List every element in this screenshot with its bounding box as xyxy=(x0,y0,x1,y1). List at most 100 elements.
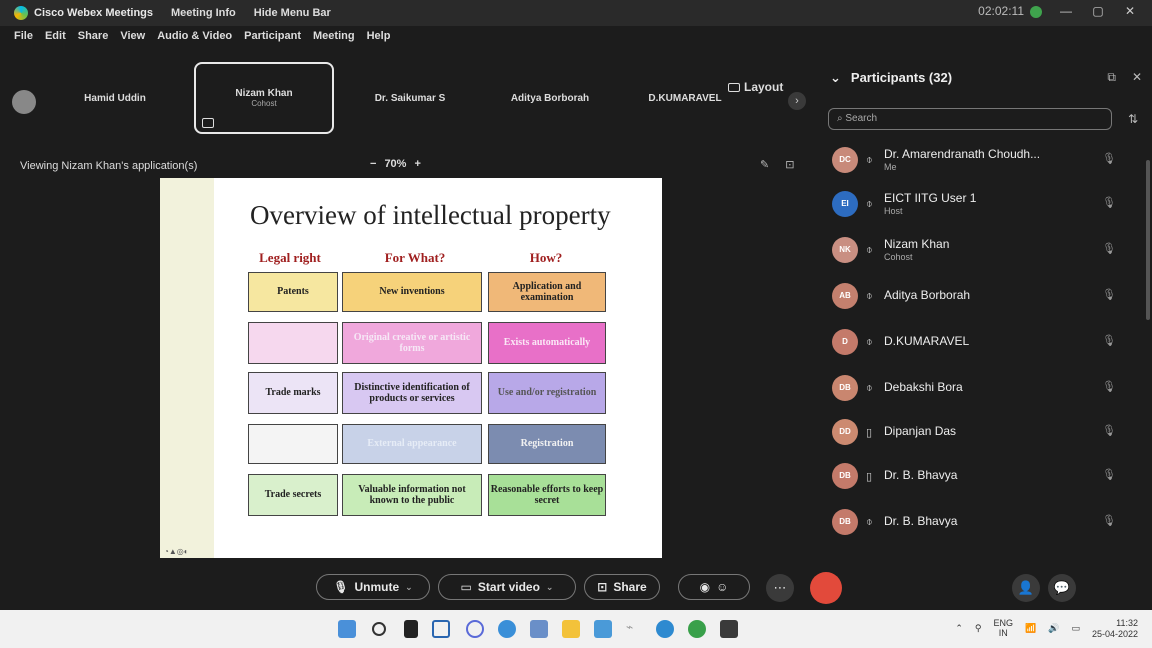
chevron-down-icon[interactable]: ⌄ xyxy=(405,582,413,593)
store-icon[interactable] xyxy=(594,620,612,638)
table-cell: Registration xyxy=(488,424,606,464)
video-tile-active[interactable]: Nizam Khan Cohost xyxy=(194,62,334,134)
battery-icon[interactable]: ▭ xyxy=(1071,623,1080,634)
tile-name: Hamid Uddin xyxy=(84,92,146,104)
participant-row[interactable]: DB ▯ Dr. B. Bhavya 🎙 xyxy=(832,458,1132,494)
share-button[interactable]: ⊡ Share xyxy=(584,574,660,600)
layout-label: Layout xyxy=(744,80,784,94)
language-indicator[interactable]: ENG IN xyxy=(993,618,1013,639)
participants-panel-icon[interactable]: 👤 xyxy=(1012,574,1040,602)
zoom-value: 70% xyxy=(384,158,407,170)
table-cell: Use and/or registration xyxy=(488,372,606,414)
start-video-button[interactable]: ▭ Start video ⌄ xyxy=(438,574,576,600)
video-tile[interactable]: Hamid Uddin xyxy=(50,62,180,134)
participant-row[interactable]: NK ⌽ Nizam Khan Cohost 🎙 xyxy=(832,232,1132,268)
video-tile[interactable]: Dr. Saikumar S xyxy=(340,62,480,134)
more-options-icon[interactable]: ⋯ xyxy=(766,574,794,602)
zoom-out-button[interactable]: − xyxy=(370,158,376,170)
chat-icon[interactable]: 💬 xyxy=(1048,574,1076,602)
location-icon: ⚲ xyxy=(974,623,982,634)
viewing-label: Viewing Nizam Khan's application(s) xyxy=(20,160,198,172)
participant-name: Aditya Borborah xyxy=(884,288,971,303)
microphone-icon: ⌽ xyxy=(866,515,873,528)
menu-help[interactable]: Help xyxy=(367,30,391,42)
menu-edit[interactable]: Edit xyxy=(45,30,66,42)
mute-status-icon[interactable]: 🎙 xyxy=(1102,424,1116,437)
menu-participant[interactable]: Participant xyxy=(244,30,301,42)
video-tile[interactable]: Aditya Borborah xyxy=(480,62,620,134)
avatar: NK xyxy=(832,237,858,263)
menu-meeting[interactable]: Meeting xyxy=(313,30,355,42)
windows-taskbar: ⌁ ⌃ ⚲ ENG IN 📶 🔊 ▭ 11:32 25-04-2022 xyxy=(0,610,1152,648)
file-explorer-icon[interactable] xyxy=(562,620,580,638)
task-view-icon[interactable] xyxy=(404,620,418,638)
restore-icon[interactable]: ▢ xyxy=(1090,4,1106,18)
meeting-info-button[interactable]: Meeting Info xyxy=(171,7,236,19)
participant-row[interactable]: DB ⌽ Dr. B. Bhavya 🎙 xyxy=(832,504,1132,540)
reactions-icon: ☺ xyxy=(716,580,729,594)
notepad-icon[interactable] xyxy=(530,620,548,638)
slide-title: Overview of intellectual property xyxy=(250,200,611,230)
webex-taskbar-icon[interactable] xyxy=(720,620,738,638)
edge-dev-icon[interactable] xyxy=(688,620,706,638)
layout-button[interactable]: Layout xyxy=(728,80,783,94)
edge-beta-icon[interactable] xyxy=(656,620,674,638)
search-icon[interactable] xyxy=(372,622,386,636)
column-header: How? xyxy=(529,250,563,265)
mute-status-icon[interactable]: 🎙 xyxy=(1102,468,1116,481)
microphone-icon: ⌽ xyxy=(866,197,873,210)
tile-role: Cohost xyxy=(251,99,277,108)
apps-button[interactable]: ◉ ☺ xyxy=(678,574,750,600)
participant-row[interactable]: DD ▯ Dipanjan Das 🎙 xyxy=(832,414,1132,450)
meeting-controls: 🎙 Unmute ⌄ ▭ Start video ⌄ ⊡ Share ◉ ☺ ⋯… xyxy=(0,566,1152,606)
network-icon[interactable]: 📶 xyxy=(1025,623,1036,634)
column-header: Legal right xyxy=(259,250,321,265)
show-hidden-icons-icon[interactable]: ⌃ xyxy=(955,623,963,634)
close-panel-icon[interactable]: ✕ xyxy=(1132,70,1142,85)
participant-row[interactable]: DC ⌽ Dr. Amarendranath Choudh... Me 🎙 xyxy=(832,142,1132,178)
widgets-icon[interactable] xyxy=(432,620,450,638)
edge-icon[interactable] xyxy=(498,620,516,638)
minimize-icon[interactable]: — xyxy=(1058,4,1074,18)
app-icon[interactable]: ⌁ xyxy=(626,620,644,638)
popout-icon[interactable]: ⧉ xyxy=(1107,70,1116,85)
menu-file[interactable]: File xyxy=(14,30,33,42)
participant-row[interactable]: EI ⌽ EICT IITG User 1 Host 🎙 xyxy=(832,186,1132,222)
mute-status-icon[interactable]: 🎙 xyxy=(1102,288,1116,301)
menu-view[interactable]: View xyxy=(120,30,145,42)
leave-meeting-button[interactable] xyxy=(810,572,842,604)
annotate-icon[interactable]: ✎ xyxy=(760,158,769,171)
chat-app-icon[interactable] xyxy=(466,620,484,638)
mute-status-icon[interactable]: 🎙 xyxy=(1102,380,1116,393)
zoom-in-button[interactable]: + xyxy=(414,158,420,170)
unmute-button[interactable]: 🎙 Unmute ⌄ xyxy=(316,574,430,600)
start-icon[interactable] xyxy=(338,620,356,638)
mute-status-icon[interactable]: 🎙 xyxy=(1102,514,1116,527)
mute-status-icon[interactable]: 🎙 xyxy=(1102,334,1116,347)
fullscreen-icon[interactable]: ⊡ xyxy=(785,158,794,171)
chevron-down-icon[interactable]: ⌄ xyxy=(546,582,554,593)
volume-icon[interactable]: 🔊 xyxy=(1048,623,1059,634)
mute-status-icon[interactable]: 🎙 xyxy=(1102,242,1116,255)
participant-row[interactable]: D ⌽ D.KUMARAVEL 🎙 xyxy=(832,324,1132,360)
participant-row[interactable]: AB ⌽ Aditya Borborah 🎙 xyxy=(832,278,1132,314)
menu-audio-video[interactable]: Audio & Video xyxy=(157,30,232,42)
hide-menu-bar-button[interactable]: Hide Menu Bar xyxy=(254,7,331,19)
mute-status-icon[interactable]: 🎙 xyxy=(1102,196,1116,209)
close-icon[interactable]: ✕ xyxy=(1122,4,1138,18)
table-cell xyxy=(248,424,338,464)
video-tile[interactable]: D.KUMARAVEL xyxy=(630,62,740,134)
clock[interactable]: 11:32 25-04-2022 xyxy=(1092,618,1138,640)
sort-icon[interactable]: ⇅ xyxy=(1128,112,1138,126)
collapse-chevron-icon[interactable]: ⌄ xyxy=(830,70,841,86)
unmute-label: Unmute xyxy=(354,580,400,594)
participant-row[interactable]: DB ⌽ Debakshi Bora 🎙 xyxy=(832,370,1132,406)
mute-status-icon[interactable]: 🎙 xyxy=(1102,152,1116,165)
table-cell: Trade secrets xyxy=(248,474,338,516)
microphone-icon: ⌽ xyxy=(866,381,873,394)
next-tiles-icon[interactable]: › xyxy=(788,92,806,110)
menu-share[interactable]: Share xyxy=(78,30,109,42)
table-cell: External appearance xyxy=(342,424,482,464)
participant-search-input[interactable]: ⌕ Search xyxy=(828,108,1112,130)
participants-scrollbar[interactable] xyxy=(1146,160,1150,320)
